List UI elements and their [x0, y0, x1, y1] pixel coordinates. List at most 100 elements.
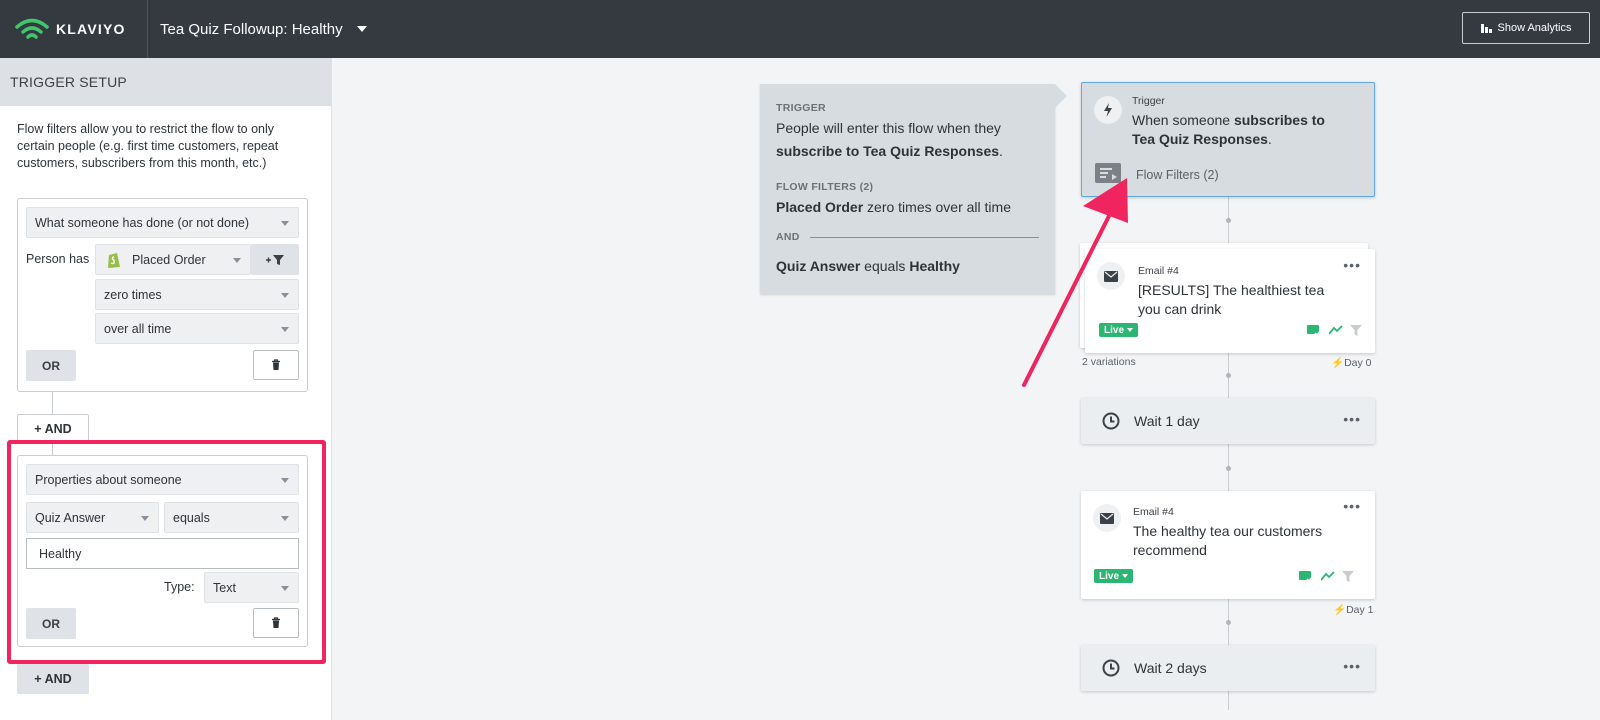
wait-node-2[interactable]: Wait 2 days •••	[1081, 645, 1375, 691]
email-node-2[interactable]: Email #4 ••• The healthy tea our custome…	[1081, 491, 1375, 599]
trigger-label: Trigger	[1132, 95, 1165, 107]
chevron-down-icon	[281, 327, 289, 332]
email-icon	[1097, 262, 1125, 290]
trigger-list-name: subscribe to Tea Quiz Responses	[776, 143, 1000, 159]
and-divider: AND	[776, 231, 1039, 243]
flow-title-dropdown[interactable]: Tea Quiz Followup: Healthy	[160, 21, 367, 38]
flow-filter-icon	[1095, 163, 1121, 183]
or-button[interactable]: OR	[26, 350, 76, 381]
trigger-description: People will enter this flow when they su…	[776, 117, 1039, 163]
clock-icon	[1102, 659, 1120, 677]
day-label: Day 0	[1344, 357, 1372, 369]
email-node-1[interactable]: Email #4 ••• [RESULTS] The healthiest te…	[1085, 249, 1375, 353]
email-check-icon	[1307, 325, 1321, 336]
status-label: Live	[1104, 324, 1125, 336]
email-check-icon	[1299, 571, 1313, 582]
trigger-list: Tea Quiz Responses	[1132, 131, 1268, 147]
status-label: Live	[1099, 570, 1120, 582]
trash-icon	[272, 359, 280, 370]
email-subject-line-1: The healthy tea our customers	[1133, 523, 1323, 539]
top-bar: KLAVIYO Tea Quiz Followup: Healthy Show …	[0, 0, 1600, 58]
sidebar-title: TRIGGER SETUP	[0, 58, 331, 106]
filter-condition-text: zero times over all time	[863, 199, 1011, 215]
clock-icon	[1102, 412, 1120, 430]
email-subject: [RESULTS] The healthiest tea you can drin…	[1138, 281, 1363, 319]
connector-dot	[1226, 218, 1231, 223]
timeframe-select[interactable]: over all time	[95, 313, 299, 344]
wait-label: Wait 1 day	[1134, 413, 1200, 429]
trigger-text-start: When someone	[1132, 112, 1234, 128]
filter-metric-name: Placed Order	[776, 199, 864, 215]
lightning-icon: ⚡	[1333, 604, 1347, 616]
trend-icon	[1321, 571, 1335, 581]
variations-count: 2 variations	[1082, 356, 1136, 368]
timeframe-value: over all time	[104, 321, 172, 336]
status-badge[interactable]: Live	[1094, 569, 1134, 583]
trigger-description-end: .	[999, 143, 1003, 159]
klaviyo-logo[interactable]: KLAVIYO	[0, 0, 148, 58]
trigger-description-text: People will enter this flow when they	[776, 120, 1001, 136]
trigger-summary-tooltip: TRIGGER People will enter this flow when…	[760, 84, 1067, 294]
trend-icon	[1329, 325, 1343, 335]
connector-dot	[1226, 620, 1231, 625]
more-options-icon[interactable]: •••	[1343, 658, 1361, 674]
chevron-down-icon	[233, 258, 241, 263]
filter-group-1: What someone has done (or not done) Pers…	[17, 198, 308, 392]
flow-filters-link[interactable]: Flow Filters (2)	[1136, 168, 1219, 182]
metric-value: Placed Order	[132, 252, 206, 267]
chevron-down-icon	[1127, 328, 1134, 332]
trigger-heading: TRIGGER	[776, 102, 826, 114]
condition-type-value: What someone has done (or not done)	[35, 215, 250, 230]
email-label: Email #4	[1138, 265, 1179, 277]
email-label: Email #4	[1133, 506, 1174, 518]
plus-filter-icon	[266, 254, 284, 265]
sidebar-intro: Flow filters allow you to restrict the f…	[17, 122, 279, 170]
brand-name: KLAVIYO	[56, 21, 126, 37]
chevron-down-icon	[281, 221, 289, 226]
chevron-down-icon	[1122, 574, 1129, 578]
lightning-icon: ⚡	[1331, 357, 1345, 369]
count-select[interactable]: zero times	[95, 279, 299, 310]
email-subject-line-2: you can drink	[1138, 301, 1222, 317]
day-marker: ⚡Day 1	[1333, 603, 1374, 616]
trigger-text: When someone subscribes to Tea Quiz Respo…	[1132, 111, 1362, 149]
highlight-annotation	[7, 440, 326, 664]
email-subject: The healthy tea our customers recommend	[1133, 522, 1363, 560]
bar-chart-icon	[1480, 23, 1492, 33]
shopify-icon	[108, 252, 120, 268]
show-analytics-button[interactable]: Show Analytics	[1462, 12, 1590, 44]
filter-property-name: Quiz Answer	[776, 258, 861, 274]
filter-icon	[1350, 325, 1362, 336]
flow-filter-2-summary: Quiz Answer equals Healthy	[776, 255, 1039, 278]
trigger-node[interactable]: Trigger When someone subscribes to Tea Qu…	[1081, 82, 1375, 197]
filter-property-value: Healthy	[909, 258, 960, 274]
metric-select[interactable]: Placed Order	[95, 244, 251, 275]
email-subject-line-2: recommend	[1133, 542, 1207, 558]
lightning-icon	[1094, 96, 1122, 124]
condition-type-select[interactable]: What someone has done (or not done)	[26, 207, 299, 238]
show-analytics-label: Show Analytics	[1497, 22, 1572, 34]
email-subject-line-1: [RESULTS] The healthiest tea	[1138, 282, 1325, 298]
more-options-icon[interactable]: •••	[1343, 411, 1361, 427]
flow-title: Tea Quiz Followup: Healthy	[160, 20, 343, 38]
more-options-icon[interactable]: •••	[1343, 257, 1361, 273]
delete-filter-button[interactable]	[253, 350, 299, 380]
wait-label: Wait 2 days	[1134, 660, 1207, 676]
klaviyo-wifi-icon	[15, 18, 49, 39]
add-and-button[interactable]: + AND	[17, 664, 89, 694]
flow-filters-heading: FLOW FILTERS (2)	[776, 181, 874, 193]
more-options-icon[interactable]: •••	[1343, 498, 1361, 514]
chevron-down-icon	[281, 293, 289, 298]
day-label: Day 1	[1346, 604, 1374, 616]
connector-line	[52, 392, 53, 414]
chevron-down-icon	[356, 26, 367, 32]
flow-filter-1-summary: Placed Order zero times over all time	[776, 196, 1039, 219]
wait-node-1[interactable]: Wait 1 day •••	[1081, 398, 1375, 444]
trigger-text-end: .	[1267, 131, 1272, 147]
day-marker: ⚡Day 0	[1331, 356, 1372, 369]
email-icon	[1093, 504, 1121, 532]
trigger-action: subscribes to	[1233, 112, 1325, 128]
and-label: AND	[776, 231, 800, 243]
add-property-filter-button[interactable]	[251, 244, 299, 275]
status-badge[interactable]: Live	[1099, 323, 1139, 337]
